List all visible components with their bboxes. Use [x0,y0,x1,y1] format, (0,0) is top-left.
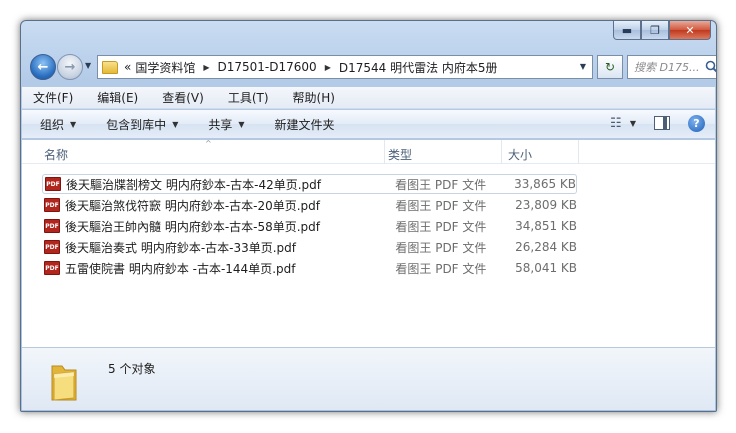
file-name: 後天驅治煞伐符窾 明内府鈔本-古本-20单页.pdf [65,198,321,213]
column-divider[interactable] [384,140,385,164]
breadcrumb-chevron-icon[interactable]: ▶ [203,63,209,72]
share-label: 共享 [208,117,233,132]
breadcrumb-overflow[interactable]: « [124,60,131,74]
forward-button[interactable]: → [57,54,83,80]
chevron-down-icon: ▼ [238,119,245,129]
file-type: 看图王 PDF 文件 [395,240,487,255]
refresh-button[interactable]: ↻ [597,55,623,79]
file-list: 名称 ^ 类型 大小 PDF 後天驅治牒剳榜文 明内府鈔本-古本-42单页.pd… [22,139,715,347]
view-tools: ☷ ▼ ? [606,114,705,132]
include-in-library-button[interactable]: 包含到库中 ▼ [106,116,178,133]
file-type: 看图王 PDF 文件 [395,219,487,234]
pdf-file-icon: PDF [45,177,61,191]
recent-pages-dropdown-icon[interactable]: ▼ [85,61,91,70]
pdf-file-icon: PDF [44,240,60,254]
explorer-window: ▬ ❐ ✕ ← → ▼ « 国学资料馆 ▶ D17501-D17600 ▶ D1… [20,20,717,412]
pdf-file-icon: PDF [44,198,60,212]
column-headers: 名称 ^ 类型 大小 [22,139,715,164]
breadcrumb-chevron-icon[interactable]: ▶ [325,63,331,72]
file-size: 33,865 KB [514,177,576,191]
refresh-icon: ↻ [604,60,616,74]
pdf-file-icon: PDF [44,261,60,275]
file-size: 58,041 KB [515,261,578,275]
breadcrumb-item[interactable]: D17501-D17600 [218,60,317,74]
sort-ascending-icon: ^ [205,139,212,148]
organize-button[interactable]: 组织 ▼ [40,116,76,133]
menu-edit[interactable]: 编辑(E) [94,89,141,106]
view-options-icon[interactable]: ☷ [606,114,626,132]
organize-label: 组织 [40,117,65,132]
pdf-file-icon: PDF [44,219,60,233]
include-in-library-label: 包含到库中 [106,117,167,132]
file-size: 34,851 KB [515,219,578,233]
preview-pane-icon[interactable] [654,116,670,130]
menu-file[interactable]: 文件(F) [30,89,76,106]
file-row[interactable]: PDF 後天驅治牒剳榜文 明内府鈔本-古本-42单页.pdf 看图王 PDF 文… [42,174,577,194]
help-icon[interactable]: ? [688,114,705,132]
file-name: 五雷使院書 明内府鈔本 -古本-144单页.pdf [65,261,296,276]
share-button[interactable]: 共享 ▼ [208,116,244,133]
menu-help[interactable]: 帮助(H) [290,89,338,106]
details-pane: 5 个对象 [22,347,715,410]
folder-icon [51,365,77,401]
breadcrumb-item[interactable]: D17544 明代雷法 内府本5册 [339,59,498,76]
view-dropdown-icon[interactable]: ▼ [630,119,636,128]
maximize-button[interactable]: ❐ [641,21,669,40]
address-bar[interactable]: « 国学资料馆 ▶ D17501-D17600 ▶ D17544 明代雷法 内府… [97,55,593,79]
file-name: 後天驅治奏式 明内府鈔本-古本-33单页.pdf [65,240,297,255]
column-header-name[interactable]: 名称 [44,146,68,163]
menu-tools[interactable]: 工具(T) [225,89,272,106]
minimize-button[interactable]: ▬ [613,21,641,40]
column-divider[interactable] [578,140,579,164]
file-type: 看图王 PDF 文件 [395,198,487,213]
file-row[interactable]: PDF 後天驅治煞伐符窾 明内府鈔本-古本-20单页.pdf 看图王 PDF 文… [42,195,577,215]
chevron-down-icon: ▼ [172,119,179,129]
search-input[interactable]: 搜索 D175... [627,55,717,79]
file-size: 26,284 KB [515,240,578,254]
menu-view[interactable]: 查看(V) [159,89,207,106]
new-folder-label: 新建文件夹 [274,117,335,132]
window-controls: ▬ ❐ ✕ [613,21,711,40]
file-row[interactable]: PDF 後天驅治奏式 明内府鈔本-古本-33单页.pdf 看图王 PDF 文件 … [42,237,577,257]
minimize-icon: ▬ [621,23,633,37]
close-button[interactable]: ✕ [669,21,711,40]
file-type: 看图王 PDF 文件 [395,261,487,276]
address-dropdown-icon[interactable]: ▼ [580,62,586,71]
maximize-icon: ❐ [650,23,660,37]
file-row[interactable]: PDF 後天驅治王帥內髓 明内府鈔本-古本-58单页.pdf 看图王 PDF 文… [42,216,577,236]
column-header-type[interactable]: 类型 [388,146,412,163]
command-bar: 组织 ▼ 包含到库中 ▼ 共享 ▼ 新建文件夹 ☷ ▼ ? [22,110,715,139]
file-row[interactable]: PDF 五雷使院書 明内府鈔本 -古本-144单页.pdf 看图王 PDF 文件… [42,258,577,278]
close-icon: ✕ [685,23,695,37]
forward-arrow-icon: → [64,59,76,75]
file-type: 看图王 PDF 文件 [395,177,487,192]
menu-bar: 文件(F) 编辑(E) 查看(V) 工具(T) 帮助(H) [22,87,715,109]
item-count: 5 个对象 [108,362,156,376]
search-placeholder: 搜索 D175... [634,61,700,74]
file-size: 23,809 KB [515,198,578,212]
column-divider[interactable] [501,140,502,164]
navigation-bar: ← → ▼ « 国学资料馆 ▶ D17501-D17600 ▶ D17544 明… [27,53,716,81]
chevron-down-icon: ▼ [70,119,77,129]
back-arrow-icon: ← [37,59,49,75]
file-name: 後天驅治王帥內髓 明内府鈔本-古本-58单页.pdf [65,219,321,234]
file-name: 後天驅治牒剳榜文 明内府鈔本-古本-42单页.pdf [66,177,322,192]
search-icon[interactable] [705,60,717,74]
column-header-size[interactable]: 大小 [508,146,532,163]
new-folder-button[interactable]: 新建文件夹 [275,116,335,133]
folder-icon [102,60,118,74]
back-button[interactable]: ← [30,54,56,80]
breadcrumb-item[interactable]: 国学资料馆 [135,59,195,76]
